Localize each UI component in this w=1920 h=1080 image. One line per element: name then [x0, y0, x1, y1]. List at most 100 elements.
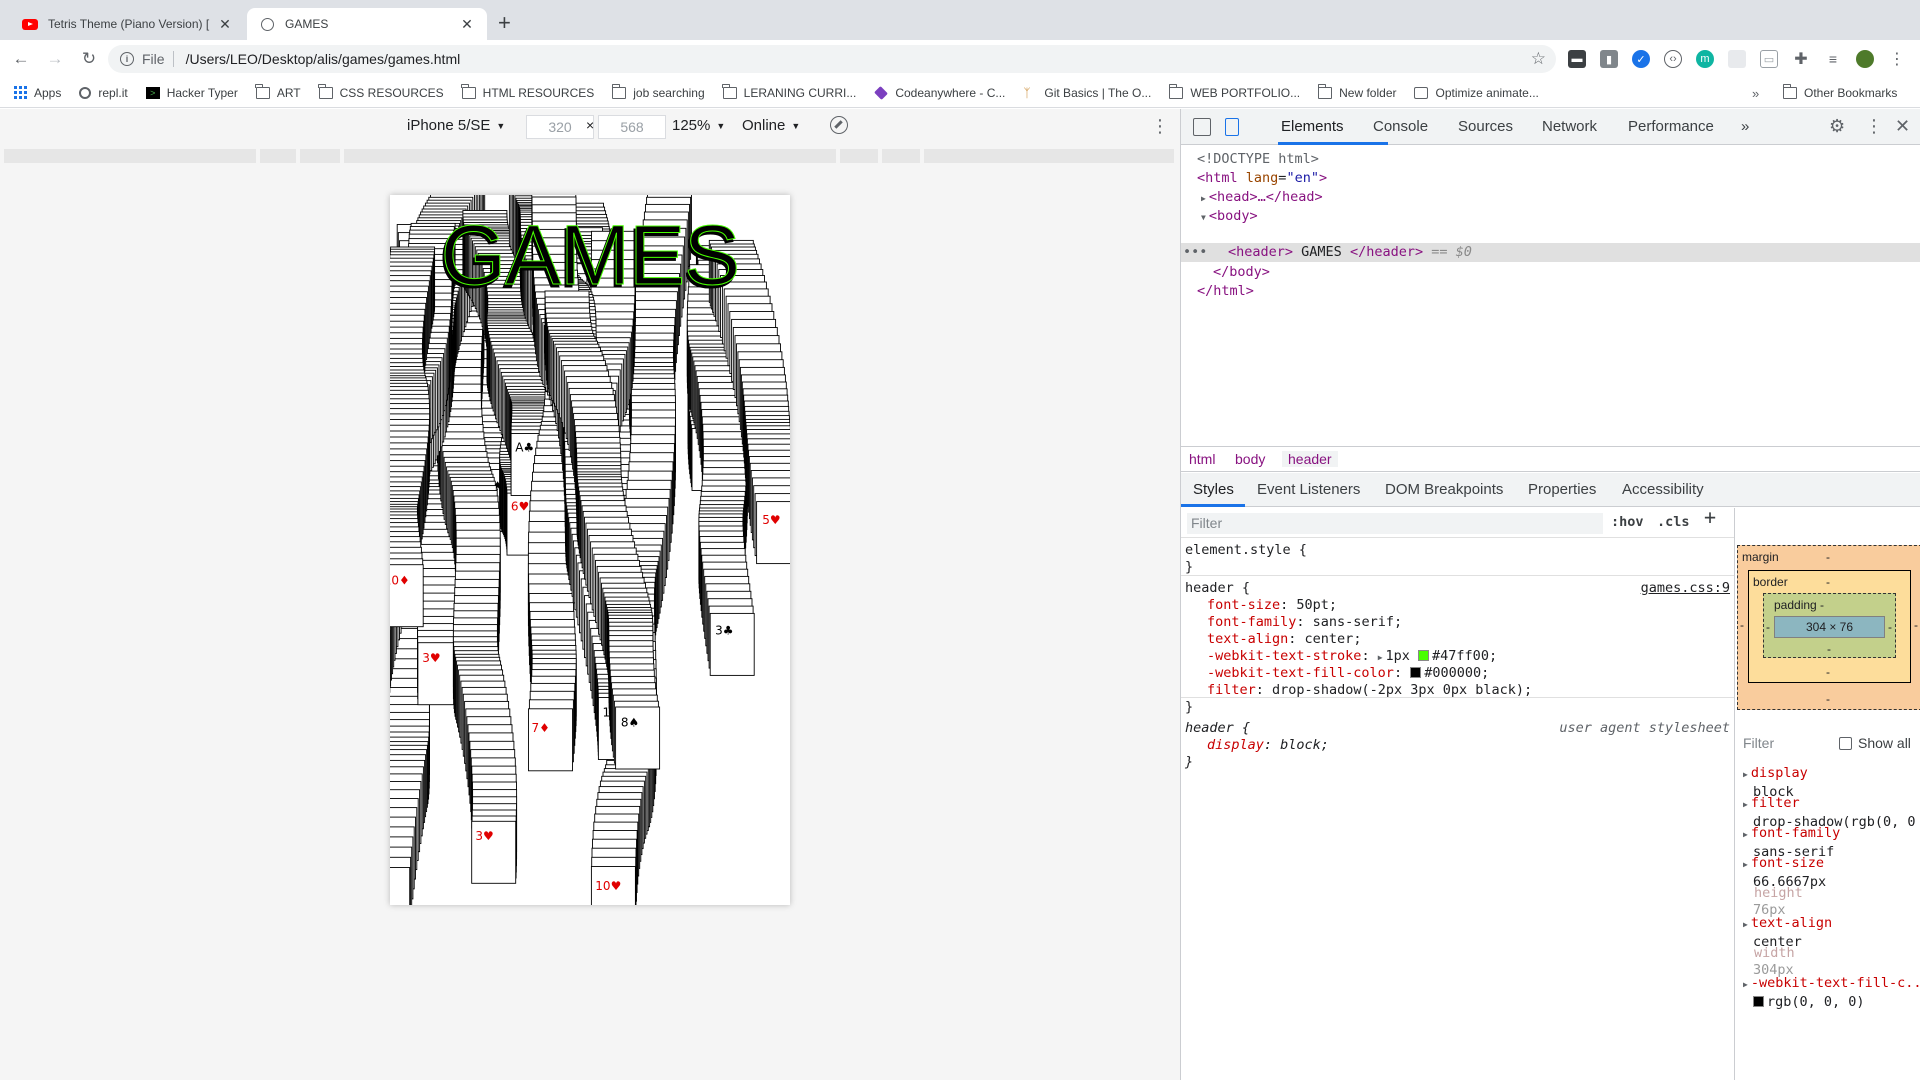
extension-icon[interactable]: ▬ — [1568, 50, 1586, 68]
tab-console[interactable]: Console — [1373, 118, 1428, 135]
more-options-icon[interactable]: ⋮ — [1151, 117, 1169, 135]
checkbox-icon[interactable] — [1839, 736, 1852, 750]
tab-network[interactable]: Network — [1542, 118, 1597, 135]
element-style-rule: element.style { } — [1181, 539, 1734, 576]
dom-body-node[interactable]: ▼ <body> — [1201, 207, 1258, 227]
breadcrumb-html[interactable]: html — [1189, 451, 1215, 467]
bookmark-codeanywhere[interactable]: Codeanywhere - C... — [874, 86, 1005, 100]
tab-tetris[interactable]: Tetris Theme (Piano Version) [ ✕ — [10, 8, 245, 40]
width-input[interactable]: 320 — [526, 115, 594, 139]
box-model-content[interactable]: 304 × 76 — [1774, 616, 1885, 638]
puzzle-icon[interactable]: ✚ — [1792, 50, 1810, 68]
new-tab-icon[interactable]: + — [498, 12, 511, 34]
bookmark-git-basics[interactable]: ᛉ Git Basics | The O... — [1023, 86, 1151, 100]
dom-body-close[interactable]: </body> — [1213, 263, 1270, 282]
device-select[interactable]: iPhone 5/SE ▼ — [407, 117, 505, 134]
info-icon[interactable]: i — [120, 52, 134, 66]
box-model-padding[interactable]: padding - - - - 304 × 76 — [1763, 593, 1896, 658]
rotate-icon[interactable] — [830, 116, 848, 134]
close-tab-icon[interactable]: ✕ — [459, 16, 475, 32]
dom-doctype[interactable]: <!DOCTYPE html> — [1197, 150, 1319, 169]
forward-icon[interactable]: → — [42, 46, 68, 72]
hover-state-toggle[interactable]: :hov — [1611, 514, 1644, 532]
reading-list-icon[interactable]: ≡ — [1824, 50, 1842, 68]
tab-accessibility[interactable]: Accessibility — [1622, 481, 1704, 498]
bookmark-hacker-typer[interactable]: > Hacker Typer — [145, 86, 238, 100]
more-tabs-icon[interactable]: » — [1741, 118, 1749, 135]
tab-sources[interactable]: Sources — [1458, 118, 1513, 135]
css-declaration[interactable]: -webkit-text-stroke: ▶ 1px #47ff00; — [1207, 648, 1497, 667]
bookmark-job-searching[interactable]: job searching — [611, 83, 705, 100]
settings-gear-icon[interactable]: ⚙ — [1829, 116, 1845, 137]
bookmark-other[interactable]: Other Bookmarks — [1782, 78, 1897, 108]
bookmark-new-folder[interactable]: New folder — [1317, 83, 1396, 100]
close-tab-icon[interactable]: ✕ — [217, 16, 233, 32]
bookmark-web-portfolio[interactable]: WEB PORTFOLIO... — [1168, 83, 1300, 100]
tab-performance[interactable]: Performance — [1628, 118, 1714, 135]
bookmark-replit[interactable]: repl.it — [79, 86, 128, 100]
zoom-select[interactable]: 125% ▼ — [672, 117, 725, 134]
css-declaration[interactable]: filter: drop-shadow(-2px 3px 0px black); — [1207, 682, 1532, 700]
dom-head-node[interactable]: ▶ <head>…</head> — [1201, 188, 1323, 208]
extension-icon[interactable]: ▮ — [1600, 50, 1618, 68]
network-select[interactable]: Online ▼ — [742, 117, 800, 134]
box-model-border[interactable]: border - - padding - - - - 304 × 76 — [1748, 570, 1911, 683]
dom-html-node[interactable]: <html lang="en"> — [1197, 169, 1327, 188]
breadcrumb-body[interactable]: body — [1235, 451, 1265, 467]
rule-source-link[interactable]: games.css:9 — [1641, 580, 1730, 598]
dom-html-close[interactable]: </html> — [1197, 282, 1254, 301]
color-swatch[interactable] — [1418, 650, 1430, 661]
bookmark-apps[interactable]: Apps — [14, 86, 61, 100]
breadcrumb-header[interactable]: header — [1282, 451, 1338, 467]
class-toggle[interactable]: .cls — [1657, 514, 1690, 532]
avatar[interactable] — [1856, 50, 1874, 68]
device-toggle-icon[interactable] — [1225, 118, 1239, 136]
reload-icon[interactable]: ↻ — [76, 46, 102, 72]
computed-property[interactable]: width 304px — [1743, 945, 1795, 978]
color-swatch[interactable] — [1410, 667, 1422, 678]
media-query-ruler[interactable] — [0, 149, 1180, 163]
extension-icon[interactable]: ‹› — [1664, 50, 1682, 68]
emulated-viewport[interactable]: 6♠7♥6♦10♠10♣5♥3♠6♣3♥3♠10♥3♣10♠6♥3♥3♥9♦A♠… — [390, 195, 790, 905]
bookmark-art[interactable]: ART — [255, 83, 301, 100]
rule-selector[interactable]: header { — [1185, 580, 1250, 598]
bookmark-html-resources[interactable]: HTML RESOURCES — [461, 83, 594, 100]
box-model-margin[interactable]: margin - - - - border - - padding - - - … — [1737, 545, 1920, 710]
address-bar[interactable]: i File /Users/LEO/Desktop/alis/games/gam… — [108, 45, 1556, 73]
show-all-checkbox[interactable]: Show all — [1839, 735, 1911, 752]
bookmark-learning[interactable]: LERANING CURRI... — [722, 83, 856, 100]
height-input[interactable]: 568 — [598, 115, 666, 139]
computed-property[interactable]: ▶ -webkit-text-fill-c... rgb(0, 0, 0) — [1743, 975, 1920, 1010]
tab-dom-breakpoints[interactable]: DOM Breakpoints — [1385, 481, 1503, 498]
css-declaration[interactable]: text-align: center; — [1207, 631, 1361, 649]
menu-kebab-icon[interactable]: ⋮ — [1888, 50, 1906, 68]
bookmark-star-icon[interactable]: ☆ — [1531, 49, 1546, 69]
tab-properties[interactable]: Properties — [1528, 481, 1596, 498]
inspect-element-icon[interactable] — [1193, 118, 1211, 136]
devtools-menu-icon[interactable]: ⋮ — [1865, 116, 1883, 137]
back-icon[interactable]: ← — [8, 46, 34, 72]
tab-games[interactable]: GAMES ✕ — [247, 8, 487, 40]
bookmark-css-resources[interactable]: CSS RESOURCES — [318, 83, 444, 100]
new-rule-icon[interactable]: + — [1704, 507, 1716, 526]
expand-triangle-icon[interactable]: ▶ — [1201, 194, 1206, 203]
close-devtools-icon[interactable]: ✕ — [1895, 116, 1910, 137]
computed-property[interactable]: height 76px — [1743, 885, 1803, 918]
extension-icon[interactable]: ✓ — [1632, 50, 1650, 68]
extension-icon[interactable]: ▭ — [1760, 50, 1778, 68]
extension-icon[interactable] — [1728, 50, 1746, 68]
computed-filter-input[interactable]: Filter — [1743, 735, 1774, 752]
dom-header-node[interactable]: <header> GAMES </header> == $0 — [1228, 243, 1472, 262]
css-declaration[interactable]: font-family: sans-serif; — [1207, 614, 1402, 632]
css-declaration[interactable]: font-size: 50pt; — [1207, 597, 1337, 615]
tab-elements[interactable]: Elements — [1281, 118, 1344, 135]
tab-event-listeners[interactable]: Event Listeners — [1257, 481, 1360, 498]
node-actions-ellipsis-icon[interactable]: ••• — [1183, 243, 1207, 262]
styles-filter-input[interactable]: Filter — [1187, 513, 1603, 534]
tab-styles[interactable]: Styles — [1193, 481, 1234, 498]
bookmarks-overflow-icon[interactable]: » — [1752, 86, 1759, 101]
bookmark-optimize[interactable]: Optimize animate... — [1414, 86, 1539, 100]
css-declaration[interactable]: -webkit-text-fill-color: #000000; — [1207, 665, 1489, 683]
extension-icon[interactable]: m — [1696, 50, 1714, 68]
collapse-triangle-icon[interactable]: ▼ — [1201, 213, 1206, 222]
